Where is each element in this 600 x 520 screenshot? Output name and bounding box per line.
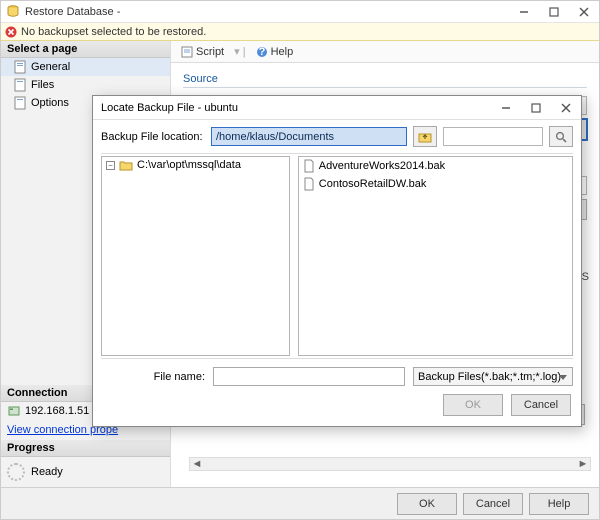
folder-icon — [119, 160, 133, 171]
filename-input[interactable] — [213, 367, 405, 386]
file-name: AdventureWorks2014.bak — [319, 160, 445, 172]
file-icon — [303, 177, 315, 191]
window-title: Restore Database - — [25, 6, 509, 18]
tree-expand-icon[interactable]: − — [106, 161, 115, 170]
location-input[interactable] — [211, 127, 407, 146]
footer: OK Cancel Help — [1, 487, 599, 519]
select-page-header: Select a page — [1, 41, 170, 58]
help-label: Help — [271, 46, 294, 58]
dialog-maximize-button[interactable] — [521, 96, 551, 119]
help-button[interactable]: ? Help — [252, 45, 298, 59]
progress-header: Progress — [1, 440, 170, 457]
progress-spinner-icon — [7, 463, 25, 481]
up-folder-icon — [418, 131, 432, 143]
page-icon — [13, 96, 27, 110]
db-restore-icon — [5, 4, 21, 20]
dialog-titlebar: Locate Backup File - ubuntu — [93, 96, 581, 120]
dialog-cancel-button[interactable]: Cancel — [511, 394, 571, 416]
file-icon — [303, 159, 315, 173]
tree-row[interactable]: − C:\var\opt\mssql\data — [102, 157, 289, 173]
page-icon — [13, 60, 27, 74]
file-name: ContosoRetailDW.bak — [319, 178, 427, 190]
search-button[interactable] — [549, 126, 573, 147]
help-icon: ? — [256, 46, 268, 58]
list-item[interactable]: ContosoRetailDW.bak — [299, 175, 572, 193]
list-item[interactable]: AdventureWorks2014.bak — [299, 157, 572, 175]
locate-backup-dialog: Locate Backup File - ubuntu Backup File … — [92, 95, 582, 427]
horizontal-scrollbar[interactable]: ◄ ► — [189, 457, 591, 471]
error-icon — [5, 26, 17, 38]
file-filter-combo[interactable]: Backup Files(*.bak;*.tm;*.log) — [413, 367, 573, 386]
filename-label: File name: — [101, 371, 205, 383]
folder-tree[interactable]: − C:\var\opt\mssql\data — [101, 156, 290, 356]
close-button[interactable] — [569, 1, 599, 22]
dialog-close-button[interactable] — [551, 96, 581, 119]
toolbar-separator: ▾ | — [234, 45, 245, 58]
progress-text: Ready — [31, 466, 63, 478]
file-list[interactable]: AdventureWorks2014.bak ContosoRetailDW.b… — [298, 156, 573, 356]
scroll-right-icon[interactable]: ► — [576, 458, 590, 470]
page-label: General — [31, 61, 70, 73]
page-label: Options — [31, 97, 69, 109]
minimize-button[interactable] — [509, 1, 539, 22]
ok-button[interactable]: OK — [397, 493, 457, 515]
dialog-title: Locate Backup File - ubuntu — [101, 102, 491, 114]
cancel-button[interactable]: Cancel — [463, 493, 523, 515]
dialog-ok-button[interactable]: OK — [443, 394, 503, 416]
page-label: Files — [31, 79, 54, 91]
dialog-minimize-button[interactable] — [491, 96, 521, 119]
location-label: Backup File location: — [101, 131, 205, 143]
svg-text:?: ? — [258, 46, 265, 58]
page-files[interactable]: Files — [1, 76, 170, 94]
tree-label: C:\var\opt\mssql\data — [137, 159, 241, 171]
up-folder-button[interactable] — [413, 126, 437, 147]
source-group: Source — [183, 73, 587, 88]
script-label: Script — [196, 46, 224, 58]
file-filter-text: Backup Files(*.bak;*.tm;*.log) — [418, 371, 561, 383]
search-input[interactable] — [443, 127, 543, 146]
titlebar: Restore Database - — [1, 1, 599, 23]
help-footer-button[interactable]: Help — [529, 493, 589, 515]
script-icon — [181, 46, 193, 58]
page-general[interactable]: General — [1, 58, 170, 76]
scroll-left-icon[interactable]: ◄ — [190, 458, 204, 470]
alert-text: No backupset selected to be restored. — [21, 26, 206, 38]
page-icon — [13, 78, 27, 92]
search-icon — [555, 131, 567, 143]
content-toolbar: Script ▾ | ? Help — [171, 41, 599, 63]
server-icon — [7, 404, 21, 418]
maximize-button[interactable] — [539, 1, 569, 22]
alert-bar: No backupset selected to be restored. — [1, 23, 599, 41]
script-button[interactable]: Script — [177, 45, 228, 59]
